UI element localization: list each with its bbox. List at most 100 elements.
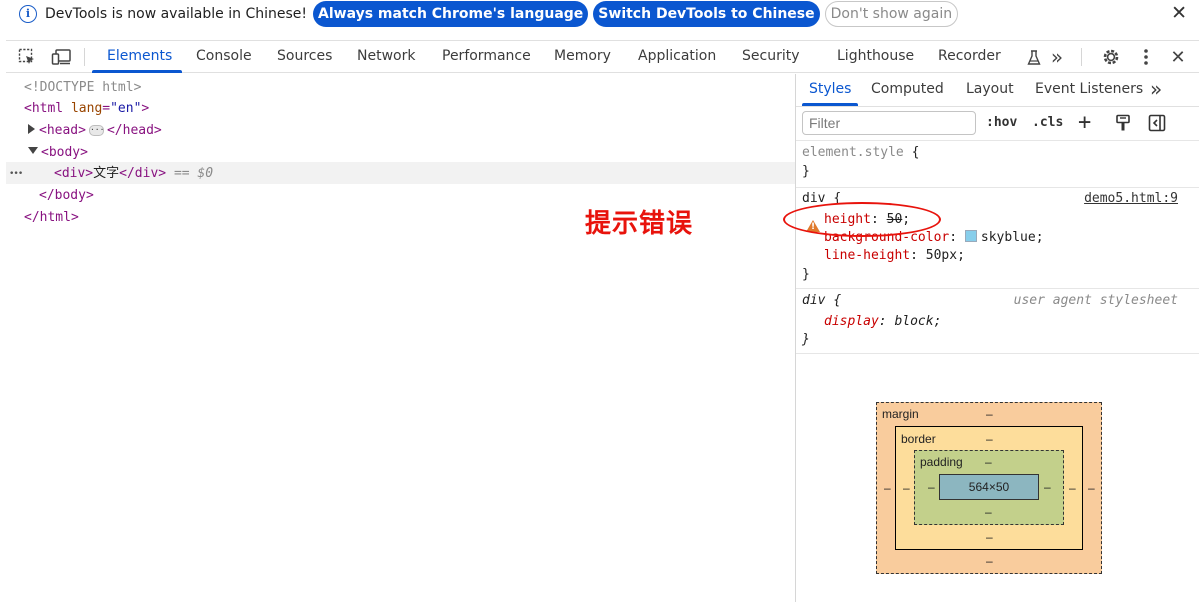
devtools-toolbar: Elements Console Sources Network Perform…: [6, 40, 1199, 73]
lang-attr-name: lang: [70, 101, 103, 116]
settings-gear-icon[interactable]: [1100, 46, 1122, 68]
padding-left-value[interactable]: –: [928, 480, 935, 494]
selected-node-ref: == $0: [173, 166, 214, 181]
element-style-selector[interactable]: element.style {: [802, 144, 919, 162]
body-open-tag: <body>: [41, 145, 88, 160]
border-label: border: [901, 432, 936, 446]
inspect-element-icon[interactable]: [16, 46, 38, 68]
margin-label: margin: [882, 407, 919, 421]
kebab-menu-icon[interactable]: [1135, 46, 1157, 68]
html-close-tag: </html>: [24, 210, 79, 225]
row-actions-dots-icon[interactable]: •••: [9, 162, 23, 183]
dom-doctype[interactable]: <!DOCTYPE html>: [24, 77, 141, 98]
ua-stylesheet-label: user agent stylesheet: [1013, 293, 1178, 308]
new-style-rule-add-icon[interactable]: +: [1078, 110, 1091, 135]
tab-security[interactable]: Security: [742, 41, 800, 73]
padding-top-value[interactable]: –: [985, 455, 992, 469]
padding-right-value[interactable]: –: [1044, 480, 1051, 494]
padding-label: padding: [920, 455, 963, 469]
ua-rule-close: }: [802, 332, 810, 347]
ua-style-rule: div { user agent stylesheet display: blo…: [796, 289, 1199, 354]
cls-toggle-button[interactable]: .cls: [1032, 115, 1063, 130]
prop-line-height[interactable]: line-height: 50px;: [824, 247, 965, 265]
subtabs-more-icon[interactable]: »: [1150, 74, 1162, 106]
collapse-triangle-icon[interactable]: [28, 147, 38, 154]
border-left-value[interactable]: –: [903, 481, 910, 495]
tab-recorder[interactable]: Recorder: [938, 41, 1001, 73]
margin-top-value[interactable]: –: [986, 407, 993, 421]
info-icon: i: [19, 4, 37, 23]
element-style-close: }: [802, 164, 810, 179]
error-hint-annotation: 提示错误: [585, 209, 694, 239]
border-right-value[interactable]: –: [1069, 481, 1076, 495]
error-circle-annotation: [783, 202, 941, 237]
tab-console[interactable]: Console: [196, 41, 252, 73]
box-model-margin[interactable]: margin – – – – border – – – – padding – …: [876, 402, 1102, 574]
head-close-tag: </head>: [106, 123, 162, 138]
margin-left-value[interactable]: –: [884, 481, 891, 495]
margin-right-value[interactable]: –: [1088, 481, 1095, 495]
tab-network[interactable]: Network: [357, 41, 415, 73]
color-swatch[interactable]: [964, 230, 977, 242]
tab-lighthouse[interactable]: Lighthouse: [837, 41, 914, 73]
dom-body-open[interactable]: <body>: [28, 142, 88, 163]
padding-bottom-value[interactable]: –: [985, 505, 992, 519]
infobar-message: DevTools is now available in Chinese!: [45, 5, 307, 22]
flask-icon: [1026, 47, 1042, 69]
more-tabs-icon[interactable]: »: [1046, 45, 1068, 69]
styles-filter-input[interactable]: [802, 111, 976, 135]
tab-elements[interactable]: Elements: [107, 41, 172, 73]
expand-triangle-icon[interactable]: [28, 124, 35, 134]
subtab-event-listeners[interactable]: Event Listeners: [1035, 74, 1143, 106]
styles-sidebar: Styles Computed Layout Event Listeners »…: [783, 74, 1199, 602]
subtab-styles[interactable]: Styles: [809, 74, 851, 106]
doctype-text: <!DOCTYPE html>: [24, 80, 142, 95]
tab-application[interactable]: Application: [638, 41, 716, 73]
box-model-border[interactable]: border – – – – padding – – – – 564×50: [895, 426, 1083, 550]
margin-bottom-value[interactable]: –: [986, 554, 993, 568]
always-match-language-button[interactable]: Always match Chrome's language: [313, 0, 589, 27]
subtab-layout[interactable]: Layout: [966, 74, 1014, 106]
ua-rule-selector: div {: [802, 293, 842, 308]
div-open-tag: <div>: [54, 166, 94, 181]
collapsed-ellipsis-icon[interactable]: ···: [88, 125, 104, 136]
tab-sources[interactable]: Sources: [277, 41, 332, 73]
close-devtools-icon[interactable]: ✕: [1167, 46, 1189, 68]
element-style-rule: element.style { }: [796, 141, 1199, 188]
active-subtab-indicator: [802, 103, 858, 106]
dom-div-selected[interactable]: <div>文字</div> == $0: [54, 163, 213, 184]
source-link[interactable]: demo5.html:9: [1084, 190, 1178, 208]
content-size[interactable]: 564×50: [969, 480, 1009, 494]
hov-toggle-button[interactable]: :hov: [986, 115, 1017, 130]
dom-head[interactable]: <head> ··· </head>: [28, 120, 162, 141]
div-rule-close: }: [802, 267, 810, 282]
box-model-padding[interactable]: padding – – – – 564×50: [914, 450, 1064, 525]
active-tab-indicator: [92, 70, 182, 73]
border-top-value[interactable]: –: [986, 432, 993, 446]
tab-performance[interactable]: Performance: [442, 41, 531, 73]
toolbar-divider: [84, 48, 85, 66]
dom-body-close[interactable]: </body>: [39, 185, 94, 206]
infobar-close-icon[interactable]: ✕: [1171, 2, 1187, 24]
prop-display: display: block;: [824, 314, 942, 329]
dom-tree: <!DOCTYPE html> <html lang="en"> <head> ·…: [6, 74, 795, 602]
subtab-computed[interactable]: Computed: [871, 74, 944, 106]
toolbar-divider-right: [1081, 48, 1082, 66]
dom-html-open[interactable]: <html lang="en">: [24, 98, 149, 119]
lang-attr-value: "en": [110, 101, 142, 116]
head-open-tag: <head>: [39, 123, 86, 138]
styles-filter-bar: :hov .cls +: [796, 107, 1199, 141]
div-close-tag: </div>: [119, 166, 167, 181]
device-toolbar-icon[interactable]: [51, 46, 73, 68]
tab-memory[interactable]: Memory: [554, 41, 611, 73]
paint-brush-icon[interactable]: [1114, 114, 1132, 136]
box-model-content[interactable]: 564×50: [939, 474, 1039, 500]
border-bottom-value[interactable]: –: [986, 530, 993, 544]
div-text-content: 文字: [93, 166, 120, 181]
dom-html-close[interactable]: </html>: [24, 207, 79, 228]
switch-to-chinese-button[interactable]: Switch DevTools to Chinese: [593, 0, 820, 27]
body-close-tag: </body>: [39, 188, 94, 203]
dont-show-again-button[interactable]: Don't show again: [824, 0, 959, 27]
toggle-sidebar-icon[interactable]: [1148, 114, 1166, 136]
language-infobar: i DevTools is now available in Chinese! …: [0, 0, 1199, 27]
